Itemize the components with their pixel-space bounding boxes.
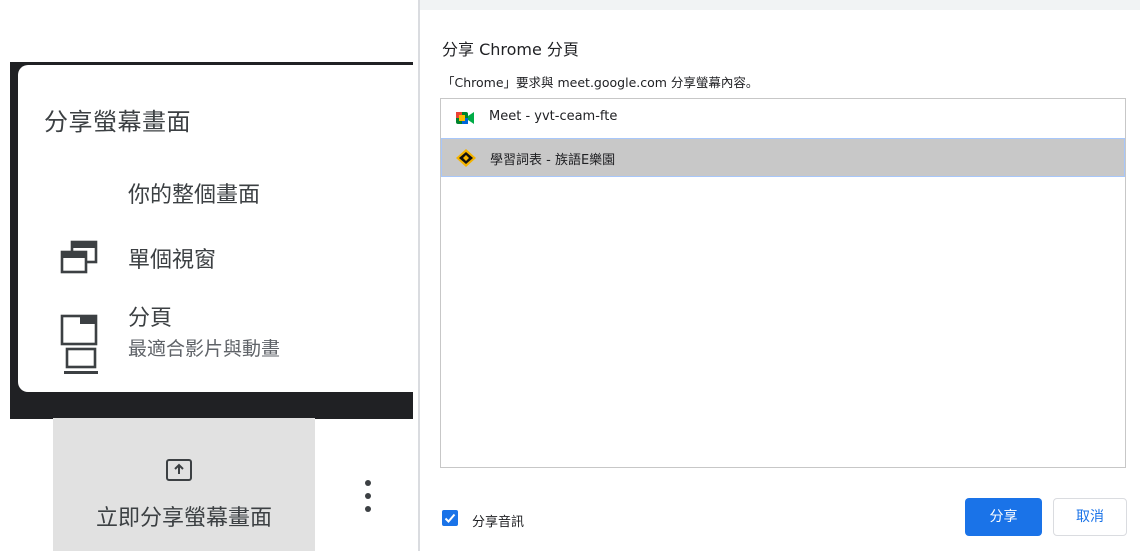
present-to-all-icon xyxy=(166,459,192,481)
tab-row-meet[interactable]: Meet - yvt-ceam-fte xyxy=(441,99,1125,138)
menu-item-label: 分頁 xyxy=(128,306,173,331)
share-audio-label: 分享音訊 xyxy=(472,515,525,530)
google-meet-icon xyxy=(456,112,474,124)
menu-item-window[interactable]: 單個視窗 xyxy=(0,236,395,280)
menu-item-label: 你的整個畫面 xyxy=(128,183,261,208)
dialog-top-strip xyxy=(420,0,1140,10)
tab-row-label: 學習詞表 - 族語E樂園 xyxy=(490,153,616,168)
share-now-label: 立即分享螢幕畫面 xyxy=(95,506,272,531)
check-icon xyxy=(444,513,456,523)
cancel-button[interactable]: 取消 xyxy=(1053,498,1127,536)
menu-item-entire-screen[interactable]: 你的整個畫面 xyxy=(0,170,395,374)
tab-row-label: Meet - yvt-ceam-fte xyxy=(489,109,618,124)
tab-list[interactable]: Meet - yvt-ceam-fte 學習詞表 - 族語E樂園 xyxy=(440,98,1126,468)
site-favicon-icon xyxy=(456,149,476,167)
tab-row-selected[interactable]: 學習詞表 - 族語E樂園 xyxy=(441,138,1125,177)
menu-item-label: 單個視窗 xyxy=(128,248,217,273)
dialog-description: 「Chrome」要求與 meet.google.com 分享螢幕內容。 xyxy=(442,75,759,90)
menu-item-tab[interactable]: 分頁 最適合影片與動畫 xyxy=(0,300,395,366)
tab-icon xyxy=(60,314,98,346)
share-button[interactable]: 分享 xyxy=(965,498,1042,536)
more-vert-icon[interactable] xyxy=(355,476,381,516)
window-icon xyxy=(60,240,98,274)
dialog-title: 分享 Chrome 分頁 xyxy=(442,40,579,59)
share-audio-checkbox[interactable] xyxy=(442,510,458,526)
share-menu-title: 分享螢幕畫面 xyxy=(44,108,191,136)
menu-item-sublabel: 最適合影片與動畫 xyxy=(128,338,281,360)
